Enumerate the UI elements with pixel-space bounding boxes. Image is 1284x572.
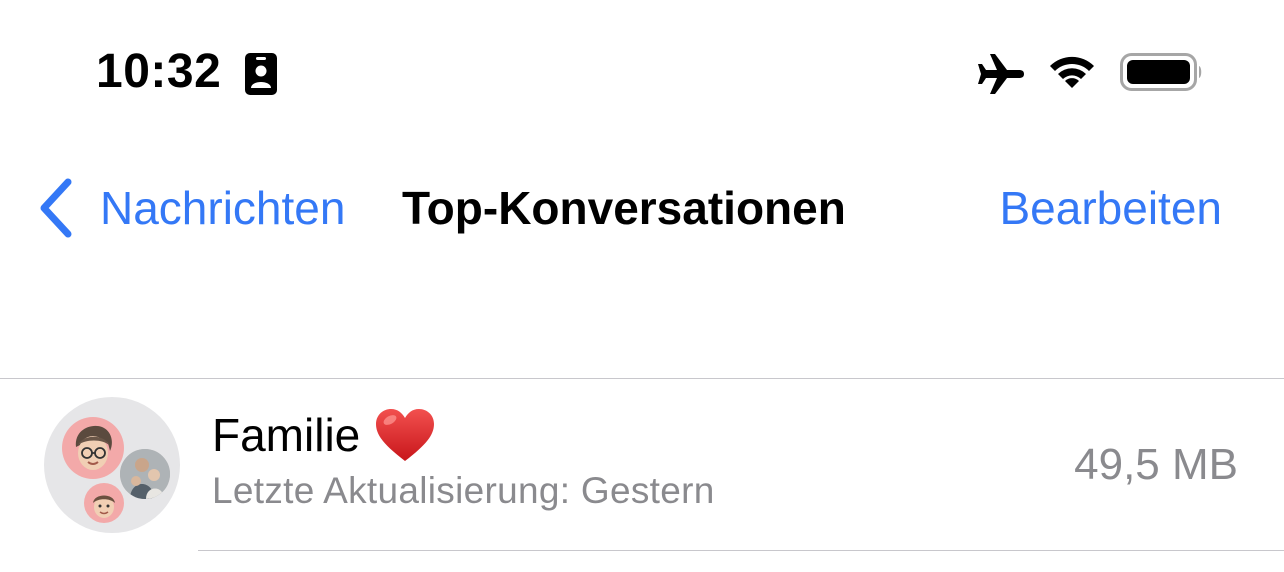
conversation-name: Familie [212,405,436,465]
battery-icon [1120,53,1202,91]
edit-button[interactable]: Bearbeiten [1000,176,1223,240]
id-card-icon [245,53,277,95]
list-separator [198,550,1284,551]
member-avatar-photo [120,449,170,499]
member-avatar-memoji-small [84,483,124,523]
group-avatar [44,397,180,533]
chevron-left-icon [40,178,72,238]
status-time: 10:32 [96,45,222,98]
heart-icon [376,409,435,461]
screen: 10:32 Nachrichten Top-Konversationen Bea… [0,0,1284,572]
conversation-row[interactable]: Familie Letzte Aktualisierung: Gestern 4… [0,379,1284,550]
conversation-name-text: Familie [212,409,361,461]
conversation-size: 49,5 MB [1074,440,1238,489]
airplane-icon [978,54,1024,94]
wifi-icon [1050,56,1094,88]
back-button-label: Nachrichten [100,182,346,234]
back-button[interactable]: Nachrichten [36,176,345,240]
conversation-subtitle: Letzte Aktualisierung: Gestern [212,470,715,511]
page-title: Top-Konversationen [402,182,846,234]
member-avatar-memoji [62,417,124,479]
